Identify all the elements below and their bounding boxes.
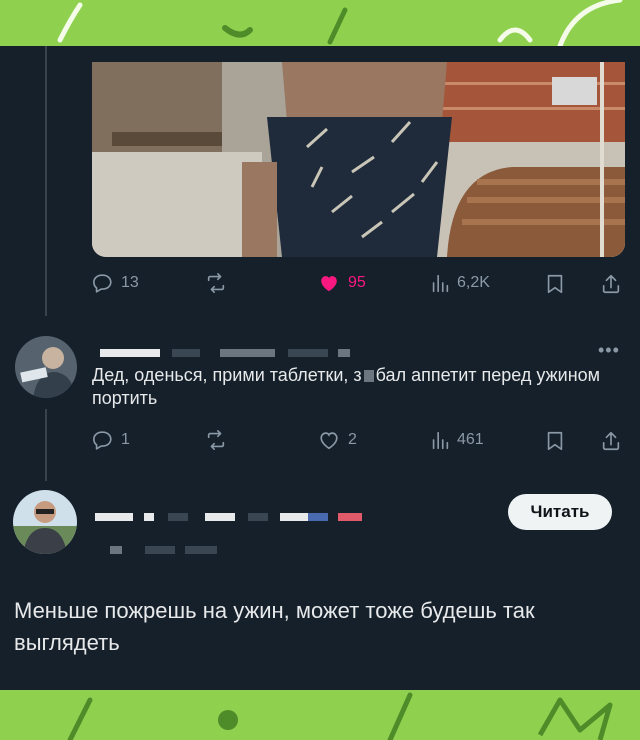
thread-connector-line	[45, 46, 47, 316]
redacted-display-name	[205, 513, 235, 521]
redacted-username	[220, 349, 275, 357]
reply-icon	[93, 274, 112, 293]
heart-outline-icon	[320, 432, 338, 450]
tweet-thread-screenshot: 13 95 6,2K ••• Дед, оденься, прими табле…	[0, 46, 640, 690]
thread-connector-line	[45, 409, 47, 481]
redacted-timestamp	[338, 349, 350, 357]
views-button[interactable]: 461	[430, 429, 484, 451]
views-icon	[432, 274, 449, 293]
like-count: 95	[348, 274, 366, 291]
decorative-squiggles	[57, 0, 623, 46]
views-count: 461	[457, 431, 484, 448]
bookmark-button[interactable]	[544, 272, 566, 296]
bookmark-icon	[547, 431, 563, 451]
bookmark-button[interactable]	[544, 429, 566, 453]
redacted-username	[288, 349, 328, 357]
redacted-username	[110, 546, 122, 554]
redacted-display-name	[280, 513, 308, 521]
post-photo[interactable]	[92, 62, 625, 257]
redacted-display-name	[144, 513, 154, 521]
post-action-bar: 13 95 6,2K	[92, 272, 632, 298]
like-button[interactable]: 2	[317, 429, 357, 451]
views-button[interactable]: 6,2K	[430, 272, 490, 294]
reply-action-bar: 1 2 461	[92, 429, 632, 455]
redacted-display-name	[172, 349, 200, 357]
next-author-avatar[interactable]	[13, 490, 77, 554]
redacted-flag	[338, 513, 362, 521]
decorative-squiggles	[67, 692, 613, 740]
redacted-display-name	[95, 513, 133, 521]
bottom-decorative-frame	[0, 690, 640, 740]
reply-author-avatar[interactable]	[15, 336, 77, 398]
like-button[interactable]: 95	[317, 272, 366, 294]
repost-button[interactable]	[204, 429, 228, 451]
like-count: 2	[348, 431, 357, 448]
redacted-display-name	[100, 349, 160, 357]
reply-count: 1	[121, 431, 130, 448]
redacted-username	[145, 546, 175, 554]
reply-icon	[93, 431, 112, 450]
heart-filled-icon	[321, 276, 337, 292]
bookmark-icon	[547, 274, 563, 294]
top-decorative-frame	[0, 0, 640, 46]
repost-button[interactable]	[204, 272, 228, 294]
share-button[interactable]	[600, 429, 622, 453]
follow-button[interactable]: Читать	[508, 494, 612, 530]
share-icon	[602, 274, 620, 294]
reply-button[interactable]: 13	[92, 272, 139, 294]
redacted-username	[185, 546, 217, 554]
views-count: 6,2K	[457, 274, 490, 291]
reply-text: Дед, оденься, прими таблетки, з бал аппет…	[92, 365, 601, 408]
redacted-display-name	[168, 513, 188, 521]
share-icon	[602, 431, 620, 451]
redacted-flag	[308, 513, 328, 521]
censored-fragment	[363, 370, 374, 383]
share-button[interactable]	[600, 272, 622, 296]
reply-count: 13	[121, 274, 139, 291]
repost-icon	[207, 430, 225, 450]
reply-button[interactable]: 1	[92, 429, 130, 451]
repost-icon	[207, 273, 225, 293]
more-options-icon[interactable]: •••	[598, 340, 620, 361]
redacted-display-name	[248, 513, 268, 521]
next-post-text: Меньше пожрешь на ужин, может тоже будеш…	[14, 598, 535, 655]
views-icon	[432, 431, 449, 450]
